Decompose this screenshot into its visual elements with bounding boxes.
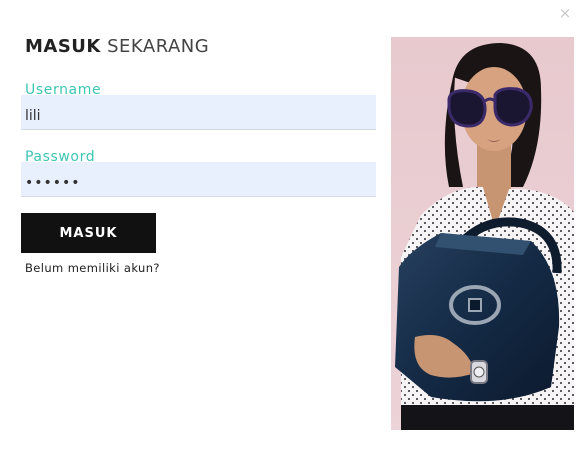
title-light: SEKARANG: [107, 36, 210, 57]
password-label: Password: [25, 149, 96, 165]
promo-photo: [391, 37, 574, 430]
title-bold: MASUK: [25, 36, 101, 57]
register-link[interactable]: Belum memiliki akun?: [25, 261, 160, 275]
login-modal: × MASUK SEKARANG Username Password MASUK…: [0, 0, 583, 454]
login-button[interactable]: MASUK: [21, 213, 156, 253]
modal-title: MASUK SEKARANG: [25, 36, 209, 57]
close-icon[interactable]: ×: [557, 5, 573, 21]
username-field[interactable]: [21, 95, 376, 130]
username-label: Username: [25, 82, 102, 98]
password-field[interactable]: [21, 162, 376, 197]
